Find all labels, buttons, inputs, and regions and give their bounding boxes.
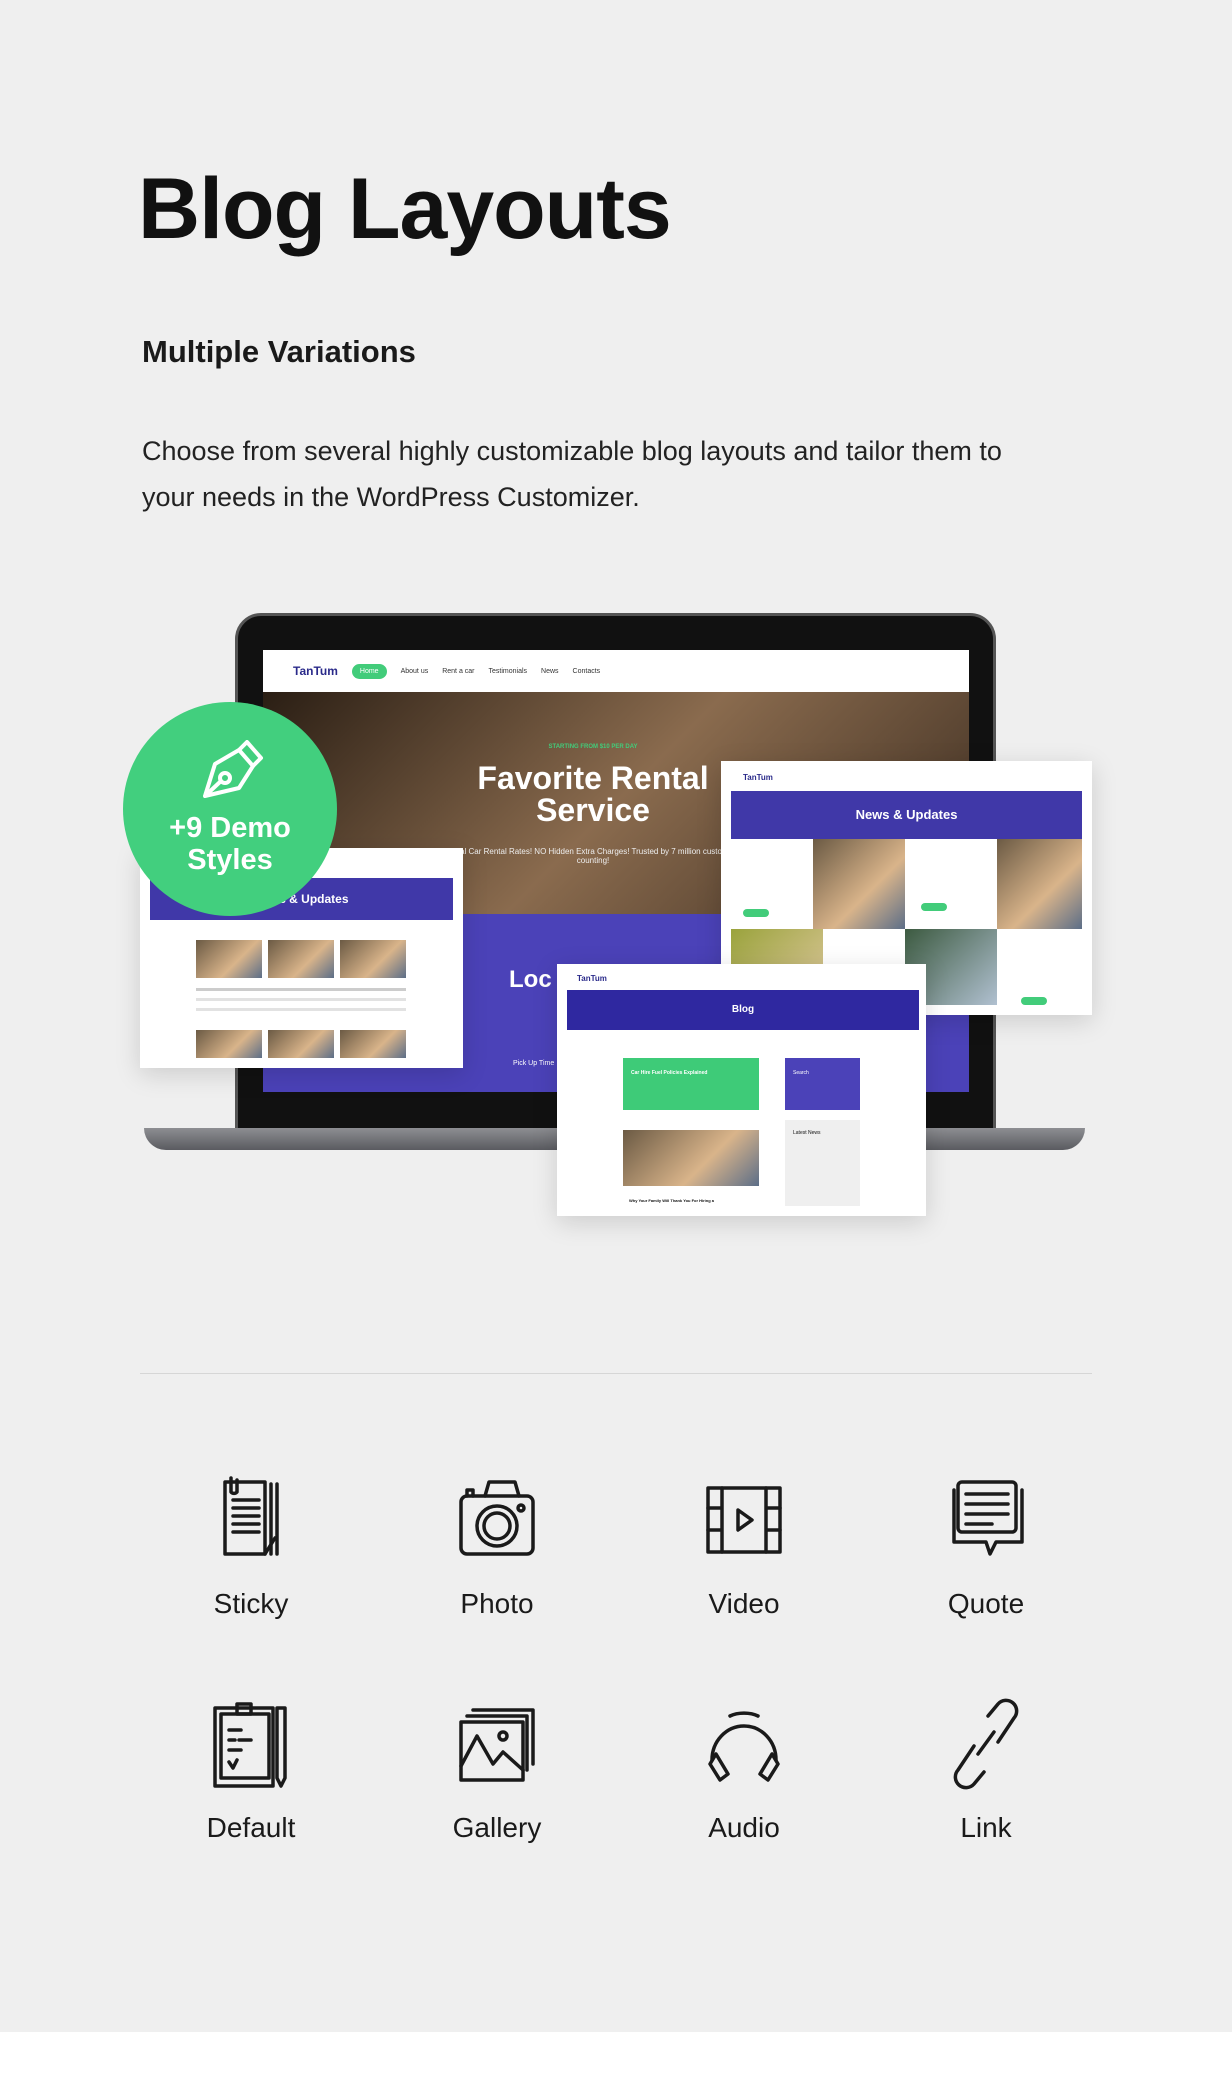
headphones-icon [708,1711,780,1782]
post-thumbnail [340,940,406,978]
site-logo: TanTum [743,773,773,782]
post-format-label: Quote [947,1588,1025,1619]
post-image [997,839,1082,929]
post-format-sticky: Sticky [161,1470,341,1620]
post-title: Why Your Family Will Thank You For Hirin… [629,1198,715,1203]
post-thumbnail [268,1030,334,1058]
post-format-label: Sticky [213,1588,289,1619]
post-format-label: Video [708,1588,780,1619]
text-line [196,998,406,1001]
post-format-quote: Quote [896,1470,1076,1620]
post-format-default: Default [161,1694,341,1844]
link-icon [953,1698,1019,1790]
clipboard-icon [213,1702,287,1788]
blog-banner: Blog [567,990,919,1030]
post-thumbnail [340,1030,406,1058]
text-line [196,1008,406,1011]
post-thumbnail [268,940,334,978]
post-format-label: Photo [460,1588,534,1619]
badge-text: +9 Demo Styles [169,812,291,876]
page-subtitle: Multiple Variations [142,334,416,369]
hero-kicker: STARTING FROM $10 PER DAY [548,744,638,750]
search-widget: Search [785,1058,860,1110]
site-nav: TanTum Home About us Rent a car Testimon… [263,650,969,692]
post-format-link: Link [896,1694,1076,1844]
site-logo: TanTum [577,974,607,983]
hero-title: Favorite Rental Service [477,760,709,828]
post-thumbnail [196,1030,262,1058]
post-format-audio: Audio [654,1694,834,1844]
post-format-gallery: Gallery [407,1694,587,1844]
read-more-button [743,909,769,917]
hero-text: Best Final Car Rental Rates! NO Hidden E… [430,847,756,865]
nav-item: News [541,667,559,675]
post-format-label: Gallery [452,1812,542,1843]
post-format-label: Link [960,1812,1012,1843]
latest-news-widget: Latest News [785,1120,860,1206]
post-thumbnail [196,940,262,978]
film-icon [706,1486,782,1554]
page-description: Choose from several highly customizable … [142,436,1002,512]
sticky-post: Car Hire Fuel Policies Explained [623,1058,759,1110]
nav-item: Testimonials [488,667,528,675]
camera-icon [459,1480,535,1556]
post-image [813,839,905,929]
images-icon [459,1708,535,1782]
read-more-button [1021,997,1047,1005]
post-format-photo: Photo [407,1470,587,1620]
speech-bubble-icon [952,1480,1024,1556]
site-logo: TanTum [293,664,338,678]
read-more-button [921,903,947,911]
blog-layout-card-sidebar: TanTum Blog Car Hire Fuel Policies Expla… [557,964,926,1216]
page-title: Blog Layouts [138,161,672,257]
location-heading: Loc [509,966,552,993]
demo-styles-badge: +9 Demo Styles [123,702,337,916]
sticky-note-icon [223,1476,279,1556]
pen-nib-icon [203,740,263,798]
nav-item: Home [351,663,387,679]
pickup-label: Pick Up Time [513,1060,555,1067]
post-format-video: Video [654,1470,834,1620]
post-format-label: Audio [708,1812,780,1843]
nav-item: Contacts [572,667,601,675]
nav-item: About us [400,667,429,675]
section-divider [140,1373,1092,1374]
text-line [196,988,406,991]
post-image [623,1130,759,1186]
news-banner: News & Updates [731,791,1082,839]
post-format-label: Default [206,1812,296,1843]
nav-item: Rent a car [442,667,475,675]
